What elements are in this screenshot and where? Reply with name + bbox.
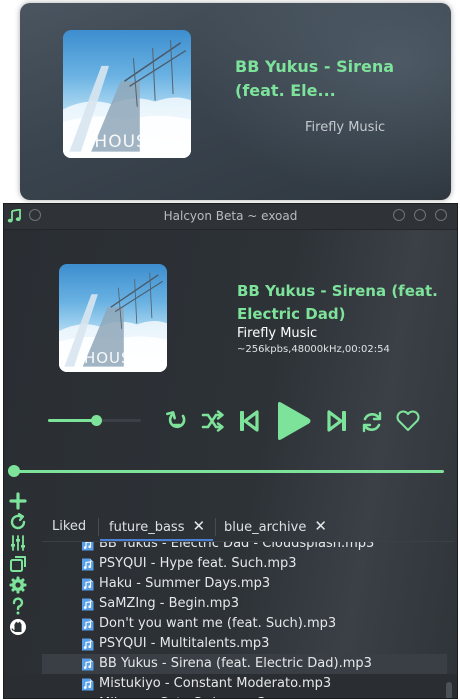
tab-liked[interactable]: Liked [52,512,86,542]
add-button[interactable] [9,492,27,510]
equalizer-icon [11,535,25,551]
track-name: PSYQUI - Multitalents.mp3 [99,636,270,651]
track-row[interactable]: SaMZIng - Begin.mp3 [42,594,447,614]
help-button[interactable] [9,597,27,615]
mini-track-artist: Firefly Music [305,120,386,135]
refresh-icon [10,513,26,530]
mini-cover-text: HOUSE [94,132,160,152]
tab-divider [215,518,216,536]
minimize-button[interactable] [393,209,405,221]
window-title: Halcyon Beta ~ exoad [163,209,298,223]
album-cover: HOUSE [59,264,167,372]
track-row[interactable]: BB Yukus - Sirena (feat. Electric Dad).m… [42,654,447,674]
add-icon [9,492,27,510]
music-file-icon [82,542,94,551]
main-window: Halcyon Beta ~ exoad HOUSE BB Yukus - Si… [3,203,458,699]
help-icon [12,597,24,615]
equalizer-button[interactable] [9,534,27,552]
track-name: BB Yukus - Electric Dad - Cloudsplash.mp… [99,542,375,551]
music-file-icon [82,578,94,591]
volume-slider[interactable] [48,415,141,426]
github-icon [10,619,26,635]
like-button[interactable] [395,409,421,433]
music-file-icon [82,558,94,571]
next-icon [327,410,346,432]
repeat-button[interactable] [360,410,384,434]
maximize-button[interactable] [414,209,426,221]
volume-fill [48,419,97,422]
seek-handle[interactable] [8,465,20,477]
track-info: ~256kpbs,48000kHz,00:02:54 [237,344,390,355]
track-name: Mihony - Cute Swing.mp3 [99,694,266,698]
now-playing-panel: HOUSE BB Yukus - Sirena (feat. Electric … [4,230,457,698]
track-row[interactable]: Mistukiyo - Constant Moderato.mp3 [42,674,447,694]
next-button[interactable] [327,409,347,433]
shuffle-button[interactable] [201,410,225,432]
loop-icon [166,411,186,429]
track-name: Mistukiyo - Constant Moderato.mp3 [99,676,332,691]
close-button[interactable] [435,209,447,221]
reload-button[interactable] [9,513,27,531]
play-button[interactable] [273,400,313,442]
music-file-icon [82,638,94,651]
heart-icon [396,410,420,431]
settings-button[interactable] [9,576,27,594]
music-file-icon [82,618,94,631]
track-name: Don't you want me (feat. Such).mp3 [99,616,337,631]
previous-button[interactable] [239,409,259,433]
mini-album-cover: HOUSE [63,30,191,158]
track-row[interactable]: BB Yukus - Electric Dad - Cloudsplash.mp… [42,542,447,554]
tab-blue-archive[interactable]: blue_archive ✕ [224,512,327,542]
loop-button[interactable] [164,409,190,433]
tab-future-bass[interactable]: future_bass ✕ [109,512,205,542]
mini-player-icon [10,556,26,572]
track-row[interactable]: Mihony - Cute Swing.mp3 [42,694,447,699]
mini-track-title: BB Yukus - Sirena (feat. Ele... [235,57,395,100]
track-row[interactable]: PSYQUI - Multitalents.mp3 [42,634,447,654]
track-row[interactable]: Don't you want me (feat. Such).mp3 [42,614,447,634]
gear-icon [9,576,27,594]
mini-player-button[interactable] [9,555,27,573]
track-row[interactable]: Haku - Summer Days.mp3 [42,574,447,594]
music-file-icon [82,658,94,671]
mini-player: HOUSE BB Yukus - Sirena (feat. Ele... Fi… [20,3,451,200]
seek-bar[interactable] [8,465,444,477]
close-icon[interactable]: ✕ [192,512,205,541]
play-icon [278,402,311,440]
close-icon[interactable]: ✕ [314,512,327,541]
track-name: PSYQUI - Hype feat. Such.mp3 [99,556,297,571]
track-title: BB Yukus - Sirena (feat. Electric Dad) [237,282,438,323]
music-file-icon [82,598,94,611]
vertical-scroll-thumb[interactable] [446,682,452,698]
tab-label: future_bass [109,520,185,535]
tab-divider [98,518,99,536]
track-list[interactable]: BB Yukus - Electric Dad - Cloudsplash.mp… [42,542,447,699]
track-row[interactable]: PSYQUI - Hype feat. Such.mp3 [42,554,447,574]
music-file-icon [81,698,94,699]
previous-icon [240,410,259,432]
track-name: Haku - Summer Days.mp3 [99,576,271,591]
vertical-scrollbar[interactable] [445,542,453,698]
refresh-icon [362,411,382,433]
track-name: SaMZIng - Begin.mp3 [99,596,239,611]
tab-label: Liked [52,519,87,534]
github-button[interactable] [9,618,27,636]
track-artist: Firefly Music [237,326,318,341]
cover-text: HOUSE [83,349,143,367]
title-bar[interactable]: Halcyon Beta ~ exoad [4,204,457,230]
track-name: BB Yukus - Sirena (feat. Electric Dad).m… [99,656,372,671]
music-file-icon [82,678,94,691]
volume-handle[interactable] [91,415,103,426]
shuffle-icon [201,410,224,432]
tab-label: blue_archive [224,520,307,535]
